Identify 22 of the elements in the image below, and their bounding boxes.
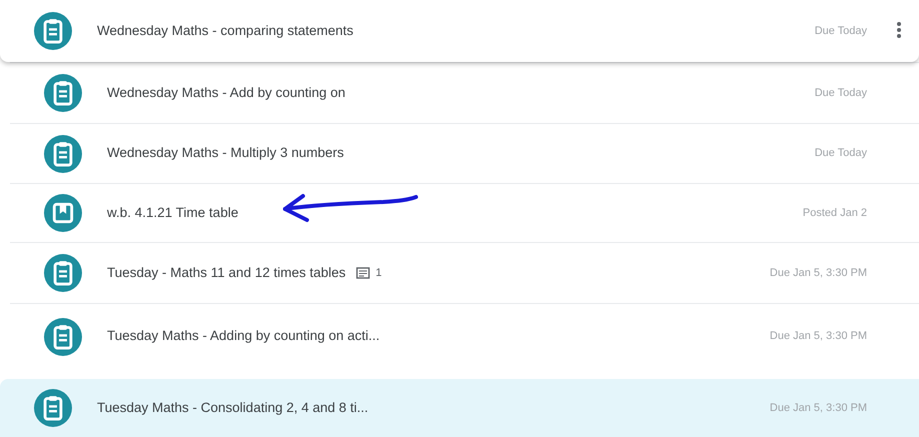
assignment-title: Wednesday Maths - Multiply 3 numbers	[107, 144, 344, 162]
due-date: Due Today	[814, 86, 867, 101]
assignment-title: w.b. 4.1.21 Time table	[107, 204, 238, 222]
assignment-row[interactable]: Wednesday Maths - comparing statements Due Today	[0, 0, 919, 62]
due-date: Posted Jan 2	[802, 206, 867, 221]
assignment-row[interactable]: Tuesday Maths - Adding by counting on acti... Due Jan 5, 3:30 PM	[10, 303, 919, 369]
due-date: Due Today	[814, 24, 867, 39]
assignment-row[interactable]: Tuesday Maths - Consolidating 2, 4 and 8 ti... Due Jan 5, 3:30 PM	[0, 379, 919, 437]
assignment-row[interactable]: Wednesday Maths - Multiply 3 numbers Due Today	[10, 123, 919, 183]
due-date: Due Jan 5, 3:30 PM	[770, 266, 867, 281]
assignment-title: Tuesday Maths - Adding by counting on acti...	[107, 327, 380, 346]
assignment-title: Wednesday Maths - comparing statements	[97, 22, 354, 40]
assignment-title: Tuesday - Maths 11 and 12 times tables	[107, 264, 346, 282]
comment-count: 1	[376, 266, 382, 281]
due-date: Due Jan 5, 3:30 PM	[770, 329, 867, 344]
due-date: Due Jan 5, 3:30 PM	[770, 400, 867, 416]
assignment-row[interactable]: Tuesday - Maths 11 and 12 times tables 1 Due Jan 5, 3:30 PM	[10, 242, 919, 303]
assignment-title: Wednesday Maths - Add by counting on	[107, 84, 346, 102]
assignment-title: Tuesday Maths - Consolidating 2, 4 and 8 ti...	[97, 398, 368, 417]
due-date: Due Today	[814, 146, 867, 162]
assignment-row[interactable]: Wednesday Maths - Add by counting on Due Today	[10, 62, 919, 123]
assignment-row[interactable]: w.b. 4.1.21 Time table Posted Jan 2	[10, 183, 919, 242]
